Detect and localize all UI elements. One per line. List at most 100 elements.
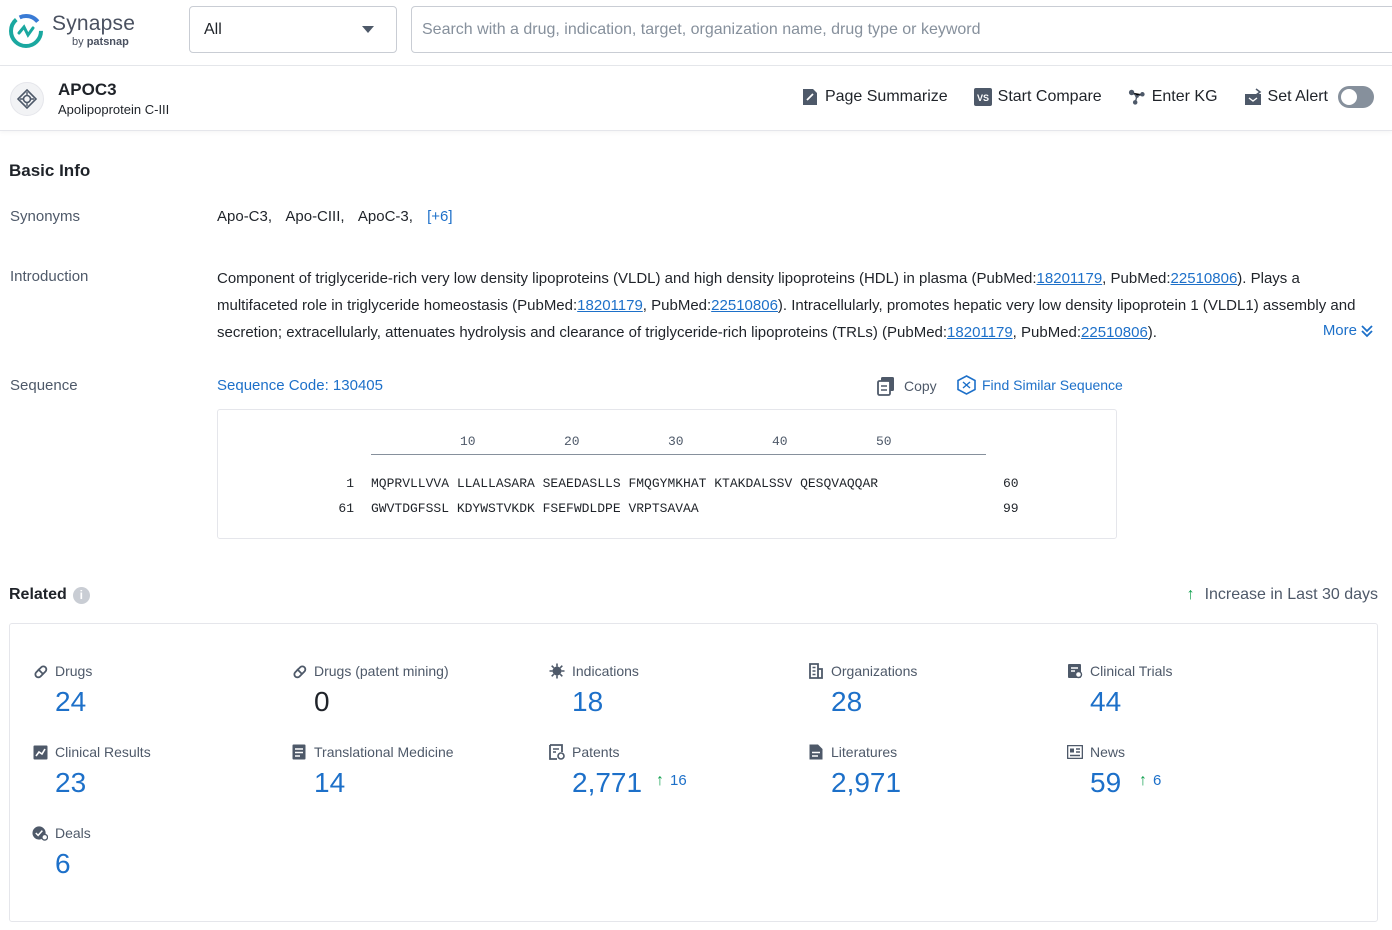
intro-fade bbox=[1278, 320, 1318, 344]
graph-icon bbox=[1128, 88, 1146, 106]
pill-icon bbox=[291, 663, 307, 679]
arrow-up-icon: ↑ bbox=[1187, 586, 1195, 604]
stat-increase-value[interactable]: 16 bbox=[670, 772, 687, 789]
intro-text: , PubMed: bbox=[1013, 324, 1081, 341]
enter-kg-label: Enter KG bbox=[1152, 88, 1218, 106]
stat-label: Deals bbox=[55, 825, 91, 841]
entity-name: APOC3 bbox=[58, 80, 117, 100]
book-icon bbox=[808, 744, 824, 760]
copy-button[interactable]: Copy bbox=[876, 376, 937, 396]
sequence-ruler bbox=[371, 454, 986, 455]
stat-translational-medicine[interactable]: Translational Medicine 14 bbox=[291, 744, 531, 814]
synapse-logo[interactable]: Synapse by patsnap bbox=[8, 12, 138, 52]
pubmed-link[interactable]: 22510806 bbox=[1081, 324, 1148, 341]
sequence-row: 1 MQPRVLLVVA LLALLASARA SEAEDASLLS FMQGY… bbox=[218, 476, 1118, 496]
target-icon bbox=[10, 82, 44, 116]
stat-deals[interactable]: Deals 6 bbox=[32, 825, 272, 895]
chart-doc-icon bbox=[32, 744, 48, 760]
sequence-row-start: 61 bbox=[338, 501, 354, 516]
stat-value[interactable]: 44 bbox=[1090, 686, 1121, 718]
stat-label: Clinical Trials bbox=[1090, 663, 1172, 679]
stat-increase: ↑ 6 bbox=[1139, 772, 1161, 790]
stat-increase: ↑ 16 bbox=[656, 772, 687, 790]
set-alert-button[interactable]: Set Alert bbox=[1244, 86, 1374, 108]
intro-text: Component of triglyceride-rich very low … bbox=[217, 270, 1037, 287]
stat-value[interactable]: 2,771 bbox=[572, 767, 642, 799]
alert-icon bbox=[1244, 88, 1262, 106]
set-alert-label: Set Alert bbox=[1268, 88, 1328, 106]
related-header: Related i bbox=[9, 586, 90, 604]
stat-organizations[interactable]: Organizations 28 bbox=[808, 663, 1048, 733]
synonym: ApoC-3, bbox=[358, 208, 413, 225]
sequence-row-end: 60 bbox=[1003, 476, 1019, 491]
pubmed-link[interactable]: 18201179 bbox=[1037, 270, 1103, 287]
stat-patents[interactable]: Patents 2,771 ↑ 16 bbox=[549, 744, 789, 814]
stat-value[interactable]: 28 bbox=[831, 686, 862, 718]
ruler-tick: 30 bbox=[668, 434, 684, 449]
enter-kg-button[interactable]: Enter KG bbox=[1128, 88, 1218, 106]
doc-icon bbox=[291, 744, 307, 760]
sequence-label: Sequence bbox=[10, 377, 78, 394]
sequence-row-residues: MQPRVLLVVA LLALLASARA SEAEDASLLS FMQGYMK… bbox=[371, 476, 878, 491]
stat-clinical-trials[interactable]: Clinical Trials 44 bbox=[1067, 663, 1307, 733]
intro-more-button[interactable]: More bbox=[1317, 322, 1374, 339]
entity-header: APOC3 Apolipoprotein C-III Page Summariz… bbox=[0, 66, 1392, 131]
top-bar: Synapse by patsnap All bbox=[0, 0, 1392, 66]
stat-label: Organizations bbox=[831, 663, 917, 679]
logo-byline: by patsnap bbox=[72, 36, 129, 48]
arrow-up-icon: ↑ bbox=[1139, 772, 1147, 790]
scope-select[interactable]: All bbox=[189, 6, 397, 53]
set-alert-toggle[interactable] bbox=[1338, 86, 1374, 108]
pubmed-link[interactable]: 18201179 bbox=[947, 324, 1013, 341]
increase-legend-label: Increase in Last 30 days bbox=[1205, 586, 1378, 604]
stat-indications[interactable]: Indications 18 bbox=[549, 663, 789, 733]
arrow-up-icon: ↑ bbox=[656, 772, 664, 790]
entity-full-name: Apolipoprotein C-III bbox=[58, 102, 169, 117]
synonym: Apo-CIII, bbox=[285, 208, 344, 225]
page-summarize-button[interactable]: Page Summarize bbox=[801, 88, 948, 106]
stat-value[interactable]: 18 bbox=[572, 686, 603, 718]
stat-drugs-patent-mining[interactable]: Drugs (patent mining) 0 bbox=[291, 663, 531, 733]
find-similar-sequence-button[interactable]: Find Similar Sequence bbox=[957, 375, 1123, 395]
patent-icon bbox=[549, 744, 565, 760]
stat-value[interactable]: 24 bbox=[55, 686, 86, 718]
ruler-tick: 40 bbox=[772, 434, 788, 449]
stat-value[interactable]: 14 bbox=[314, 767, 345, 799]
sequence-viewer: 10 20 30 40 50 1 MQPRVLLVVA LLALLASARA S… bbox=[217, 409, 1117, 539]
stat-label: Patents bbox=[572, 744, 619, 760]
search-input[interactable] bbox=[411, 6, 1392, 53]
intro-text: , PubMed: bbox=[1102, 270, 1170, 287]
stat-literatures[interactable]: Literatures 2,971 bbox=[808, 744, 1048, 814]
copy-icon bbox=[876, 376, 896, 396]
stat-value[interactable]: 23 bbox=[55, 767, 86, 799]
sequence-row: 61 GWVTDGFSSL KDYWSTVKDK FSEFWDLDPE VRPT… bbox=[218, 501, 1118, 521]
start-compare-button[interactable]: VS Start Compare bbox=[974, 88, 1102, 106]
pubmed-link[interactable]: 22510806 bbox=[711, 297, 778, 314]
stat-drugs[interactable]: Drugs 24 bbox=[32, 663, 272, 733]
synonyms-more-link[interactable]: [+6] bbox=[427, 208, 452, 225]
ruler-tick: 10 bbox=[460, 434, 476, 449]
intro-text: ). bbox=[1148, 324, 1157, 341]
clipboard-icon bbox=[1067, 663, 1083, 679]
stat-increase-value[interactable]: 6 bbox=[1153, 772, 1161, 789]
summarize-icon bbox=[801, 88, 819, 106]
intro-text: , PubMed: bbox=[643, 297, 711, 314]
sequence-code-link[interactable]: Sequence Code: 130405 bbox=[217, 377, 383, 394]
building-icon bbox=[808, 663, 824, 679]
pubmed-link[interactable]: 18201179 bbox=[577, 297, 643, 314]
sequence-row-end: 99 bbox=[1003, 501, 1019, 516]
info-icon[interactable]: i bbox=[73, 587, 90, 604]
pubmed-link[interactable]: 22510806 bbox=[1171, 270, 1238, 287]
synonyms-list: Apo-C3, Apo-CIII, ApoC-3, [+6] bbox=[217, 208, 463, 225]
stat-value[interactable]: 6 bbox=[55, 848, 71, 880]
stat-news[interactable]: News 59 ↑ 6 bbox=[1067, 744, 1307, 814]
start-compare-label: Start Compare bbox=[998, 88, 1102, 106]
stat-value[interactable]: 2,971 bbox=[831, 767, 901, 799]
stat-value[interactable]: 59 bbox=[1090, 767, 1121, 799]
synapse-logo-icon bbox=[8, 13, 44, 49]
related-title: Related bbox=[9, 586, 67, 604]
sequence-row-residues: GWVTDGFSSL KDYWSTVKDK FSEFWDLDPE VRPTSAV… bbox=[371, 501, 699, 516]
stat-clinical-results[interactable]: Clinical Results 23 bbox=[32, 744, 272, 814]
similar-sequence-icon bbox=[957, 375, 976, 395]
intro-more-label: More bbox=[1323, 322, 1357, 339]
